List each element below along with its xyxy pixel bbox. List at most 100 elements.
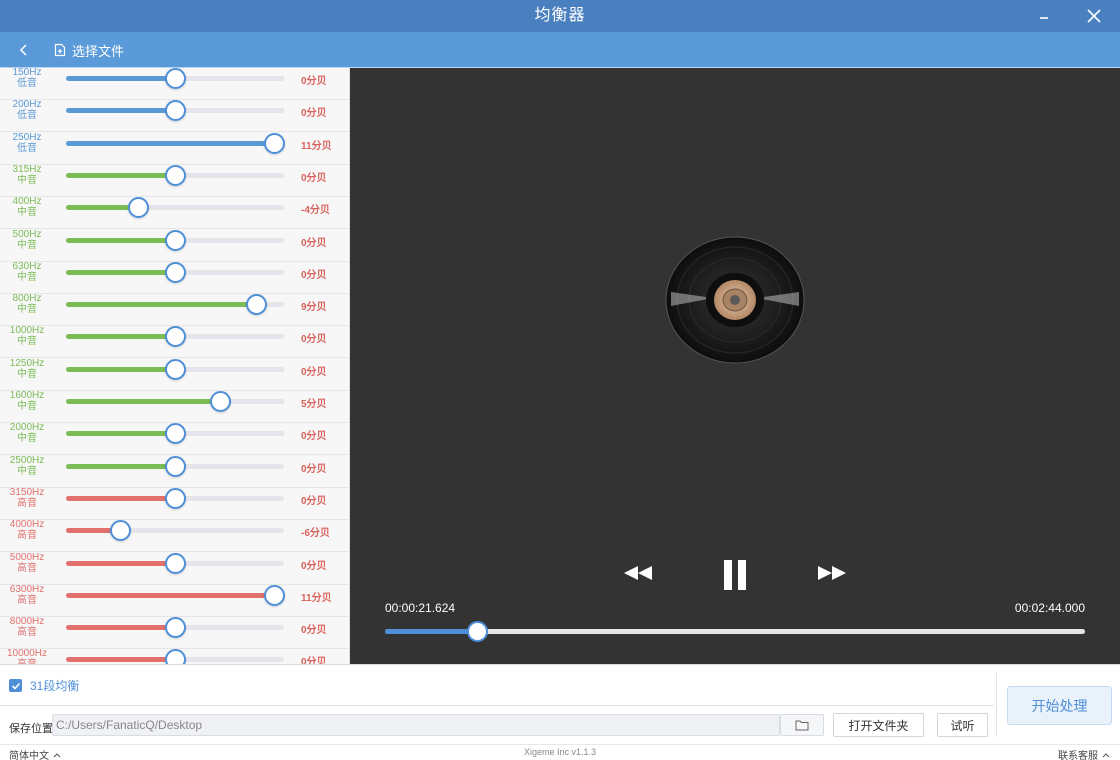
eq-slider[interactable] [66, 520, 284, 542]
eq-slider[interactable] [66, 552, 284, 574]
eq-slider-fill [66, 269, 175, 275]
close-button[interactable] [1072, 0, 1116, 32]
total-time: 00:02:44.000 [1014, 601, 1085, 615]
eq-slider[interactable] [66, 132, 286, 154]
eq-frequency: 2500Hz [9, 454, 45, 466]
eq-band-value: 0分贝 [301, 495, 327, 507]
eq-frequency: 6300Hz [9, 583, 45, 595]
eq-slider[interactable] [66, 423, 284, 445]
eq31-option[interactable]: 31段均衡 [9, 677, 79, 694]
eq-slider-handle[interactable] [110, 520, 131, 542]
eq-slider[interactable] [66, 68, 284, 89]
eq-band-row: 6300Hz 高音 11分贝 [0, 584, 349, 617]
eq-slider-handle[interactable] [164, 617, 186, 639]
eq-slider-fill [66, 172, 175, 178]
eq-band-label: 500Hz 中音 [2, 229, 52, 251]
eq-band-row: 1250Hz 中音 0分贝 [0, 358, 349, 391]
eq-band-value: -4分贝 [301, 205, 330, 217]
eq31-label: 31段均衡 [30, 679, 80, 693]
eq-band-label: 2500Hz 中音 [2, 455, 52, 477]
eq-band-value: 0分贝 [301, 560, 327, 572]
eq-slider-handle[interactable] [164, 229, 186, 251]
eq-band-label: 4000Hz 高音 [2, 519, 52, 541]
eq-slider[interactable] [66, 358, 284, 380]
eq-slider-handle[interactable] [246, 294, 268, 316]
rewind-button[interactable] [618, 561, 658, 585]
eq-band-label: 150Hz 低音 [2, 68, 52, 89]
version-text: Xigeme Inc v1.1.3 [523, 747, 597, 757]
eq-slider[interactable] [66, 294, 284, 316]
eq-slider[interactable] [66, 229, 284, 251]
eq-slider[interactable] [66, 164, 284, 186]
eq-slider-handle[interactable] [164, 261, 186, 283]
eq-band-value: -6分贝 [301, 528, 330, 540]
eq-band-label: 6300Hz 高音 [2, 584, 52, 606]
save-path-input[interactable] [52, 714, 780, 736]
back-button[interactable] [12, 32, 36, 68]
eq-slider[interactable] [66, 100, 284, 122]
eq-slider-handle[interactable] [164, 487, 186, 509]
eq-slider-handle[interactable] [264, 132, 286, 154]
eq-slider-handle[interactable] [128, 197, 150, 219]
title-bar: 均衡器 [0, 0, 1120, 32]
eq-slider-handle[interactable] [209, 391, 231, 412]
vinyl-disc-image [665, 236, 805, 364]
eq-slider-handle[interactable] [164, 100, 186, 122]
progress-handle[interactable] [466, 621, 488, 642]
eq-slider-handle[interactable] [264, 584, 286, 606]
eq-slider-fill [66, 302, 257, 308]
eq-slider-handle[interactable] [164, 164, 186, 186]
select-file-label: 选择文件 [72, 43, 125, 59]
select-file-button[interactable]: 选择文件 [54, 32, 124, 68]
minimize-icon [1040, 17, 1048, 19]
eq-slider-handle[interactable] [164, 423, 186, 445]
eq-slider[interactable] [66, 487, 284, 509]
eq-band-label: 800Hz 中音 [2, 293, 52, 315]
eq-band-value: 0分贝 [301, 172, 327, 184]
fast-forward-button[interactable] [812, 561, 852, 585]
progress-bar[interactable] [385, 621, 1085, 642]
eq-slider-handle[interactable] [164, 358, 186, 380]
browse-folder-button[interactable] [780, 714, 824, 736]
eq-slider[interactable] [66, 197, 284, 219]
eq-frequency: 4000Hz [9, 519, 45, 531]
equalizer-panel: 150Hz 低音 0分贝 200Hz 低音 0分贝 250Hz 低音 11分贝 315Hz 中音 0分… [0, 68, 350, 664]
eq-slider-fill [66, 657, 175, 663]
eq31-checkbox[interactable] [9, 679, 22, 692]
pause-icon [724, 560, 746, 590]
eq-slider-fill [66, 76, 175, 81]
eq-slider-handle[interactable] [164, 455, 186, 477]
minimize-button[interactable] [1022, 0, 1066, 32]
eq-band-row: 3150Hz 高音 0分贝 [0, 487, 349, 520]
eq-slider[interactable] [66, 649, 284, 664]
chevron-up-icon [1102, 752, 1110, 757]
eq-slider[interactable] [66, 584, 286, 606]
eq-band-label: 3150Hz 高音 [2, 487, 52, 509]
eq-slider-handle[interactable] [164, 649, 186, 664]
start-processing-button[interactable]: 开始处理 [1007, 686, 1112, 725]
eq-band-row: 4000Hz 高音 -6分贝 [0, 519, 349, 553]
eq-range: 高音 [17, 627, 37, 639]
eq-slider[interactable] [66, 617, 284, 639]
eq-frequency: 8000Hz [9, 616, 45, 628]
eq-slider-handle[interactable] [164, 552, 186, 574]
toolbar: 选择文件 [0, 32, 1120, 68]
eq-slider[interactable] [66, 261, 284, 283]
eq-slider[interactable] [66, 391, 284, 412]
eq-slider-handle[interactable] [164, 326, 186, 348]
pause-button[interactable] [715, 557, 755, 593]
eq-frequency: 630Hz [12, 260, 42, 272]
preview-listen-button[interactable]: 试听 [937, 713, 988, 737]
eq-band-row: 500Hz 中音 0分贝 [0, 229, 349, 262]
eq-band-label: 8000Hz 高音 [2, 616, 52, 638]
eq-slider-handle[interactable] [164, 68, 186, 89]
customer-support-link[interactable]: 联系客服 [1058, 747, 1110, 760]
eq-slider[interactable] [66, 455, 284, 477]
eq-slider[interactable] [66, 326, 284, 348]
add-file-icon [54, 43, 66, 57]
eq-band-row: 150Hz 低音 0分贝 [0, 68, 349, 100]
open-folder-button[interactable]: 打开文件夹 [833, 713, 924, 737]
eq-frequency: 3150Hz [9, 486, 45, 498]
status-bar: 简体中文 Xigeme Inc v1.1.3 联系客服 [0, 744, 1120, 760]
support-label: 联系客服 [1058, 751, 1098, 760]
